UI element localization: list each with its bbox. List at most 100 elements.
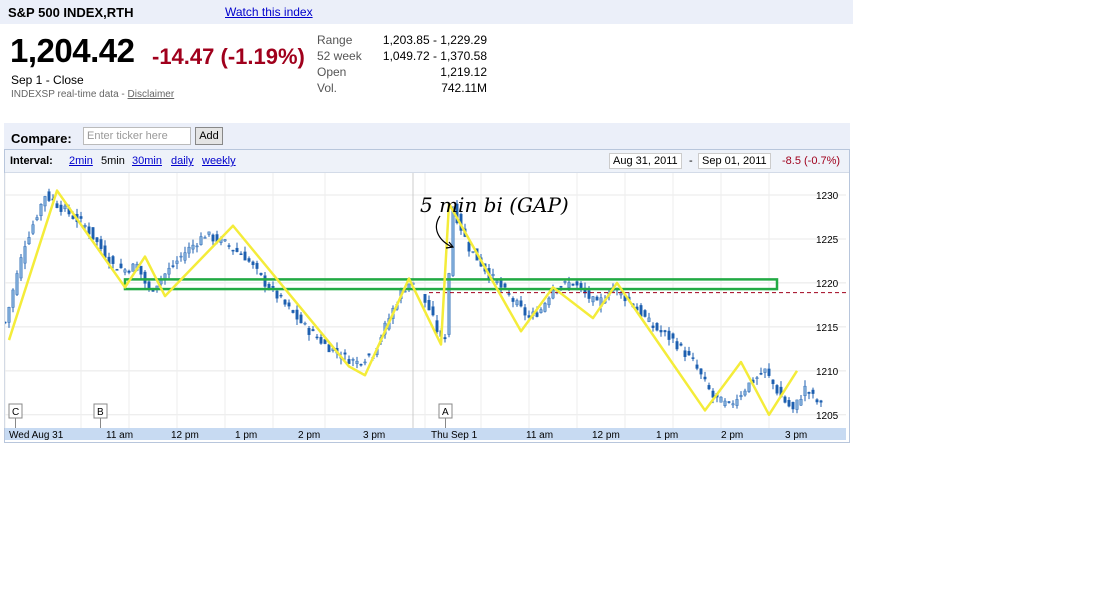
candle-body [83,225,87,228]
candle-body [743,390,747,396]
candle-body [243,251,247,261]
x-tick-label: 1 pm [235,430,257,441]
x-tick-label: Wed Aug 31 [9,430,64,441]
candle-body [255,262,259,269]
candle-body [239,253,243,256]
candle-body [447,273,451,335]
candle-body [595,296,599,301]
candle-body [435,320,439,332]
candle-body [819,400,823,403]
candle-body [175,260,179,264]
x-tick-label: 11 am [106,430,133,441]
candle-body [47,191,51,201]
candle-body [771,379,775,385]
candle-body [27,237,31,245]
candle-body [307,327,311,335]
zigzag-annotation [7,189,799,417]
candle-body [571,283,575,286]
candle-body [263,275,267,287]
candle-body [191,244,195,250]
candle-body [59,204,63,212]
candle-body [355,360,359,364]
event-marker-label: B [97,407,104,418]
candle-body [363,361,367,364]
candle-body [755,377,759,379]
candle-body [563,281,567,283]
candle-body [679,343,683,346]
candle-body [11,289,15,308]
candle-body [523,307,527,316]
candle-body [731,403,735,406]
candle-body [203,237,207,239]
candle-body [759,373,763,375]
candle-body [7,307,11,323]
candle-body [575,281,579,286]
candle-body [579,283,583,289]
candle-body [431,306,435,316]
candle-body [423,294,427,303]
candle-body [315,336,319,339]
candle-body [471,251,475,253]
candle-body [227,245,231,247]
candle-body [747,382,751,392]
y-tick-label: 1205 [816,411,839,422]
candle-body [367,353,371,356]
candle-body [287,302,291,307]
candle-body [271,286,275,288]
candle-body [675,341,679,350]
candle-body [143,271,147,284]
candle-body [119,263,123,269]
candle-body [79,216,83,219]
candle-body [15,273,19,295]
candle-body [451,209,455,276]
y-tick-label: 1230 [816,191,839,202]
candle-body [691,357,695,359]
candle-body [247,258,251,262]
candle-body [207,231,211,235]
x-tick-label: Thu Sep 1 [431,430,478,441]
candle-body [291,310,295,313]
x-tick-label: 12 pm [171,430,199,441]
candle-body [91,227,95,240]
candle-body [195,245,199,248]
candle-body [139,265,143,275]
candle-body [63,205,67,210]
event-marker-label: A [442,407,449,418]
candle-body [467,241,471,252]
candle-body [123,269,127,273]
x-tick-label: 3 pm [363,430,385,441]
price-chart[interactable]: 5 min bi (GAP) 1205 1210 1215 1220 1225 1230 We… [0,0,1093,615]
candle-body [543,303,547,312]
candle-body [775,385,779,394]
candle-body [651,325,655,328]
candle-body [311,329,315,332]
candle-body [327,344,331,353]
candle-body [443,337,447,340]
candle-body [723,400,727,407]
candle-body [663,330,667,333]
candle-body [427,299,431,311]
candle-body [791,401,795,410]
candle-body [99,239,103,249]
candle-body [495,280,499,283]
candle-body [719,396,723,403]
candle-body [591,296,595,303]
candle-body [295,309,299,320]
x-tick-label: 11 am [526,430,553,441]
candle-body [299,314,303,324]
candle-body [5,321,7,324]
candle-body [703,376,707,380]
candle-body [783,396,787,403]
candle-body [55,203,59,208]
y-tick-label: 1210 [816,367,839,378]
candle-body [519,300,523,307]
candle-body [303,322,307,325]
candle-body [659,330,663,333]
candle-body [815,399,819,403]
candle-body [507,293,511,295]
candle-body [655,322,659,331]
x-tick-label: 2 pm [298,430,320,441]
candle-body [223,239,227,242]
candle-body [739,395,743,398]
candle-body [799,399,803,406]
